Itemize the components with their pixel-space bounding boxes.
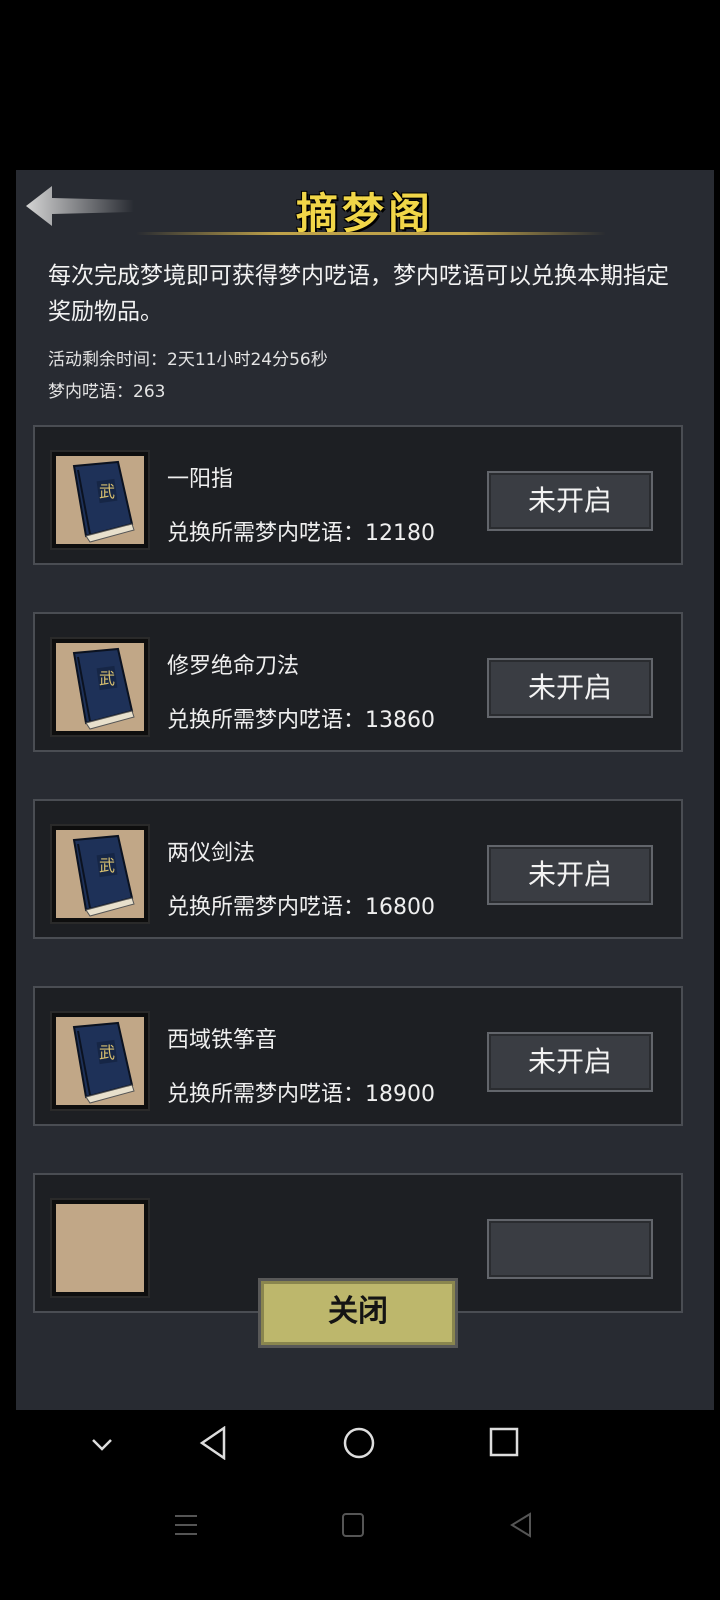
reward-item: 武 两仪剑法 兑换所需梦内呓语：16800 未开启 — [33, 799, 683, 939]
not-open-button[interactable]: 未开启 — [487, 658, 653, 718]
item-icon-frame: 武 — [50, 637, 150, 737]
not-open-button[interactable]: 未开启 — [487, 1032, 653, 1092]
item-icon-frame: 武 — [50, 824, 150, 924]
item-name: 一阳指 — [167, 467, 234, 492]
item-cost: 兑换所需梦内呓语：18900 — [167, 1082, 435, 1107]
book-icon: 武 — [72, 1021, 135, 1104]
reward-list[interactable]: 武 一阳指 兑换所需梦内呓语：12180 未开启 武 修罗绝命刀法 兑换所需梦内… — [16, 423, 714, 1413]
top-black-area — [0, 0, 720, 170]
nav-home-icon[interactable] — [342, 1426, 376, 1460]
currency-count: 梦内呓语：263 — [48, 382, 166, 402]
menu-icon[interactable] — [173, 1513, 199, 1537]
close-button[interactable]: 关闭 — [258, 1278, 458, 1348]
item-icon-frame — [50, 1198, 150, 1298]
item-icon-frame: 武 — [50, 1011, 150, 1111]
item-name: 西域铁筝音 — [167, 1028, 278, 1053]
book-icon: 武 — [72, 460, 135, 543]
partial-button[interactable] — [487, 1219, 653, 1279]
book-glyph: 武 — [99, 482, 115, 501]
item-name: 修罗绝命刀法 — [167, 654, 300, 679]
activity-remaining-time: 活动剩余时间：2天11小时24分56秒 — [48, 350, 328, 370]
book-glyph: 武 — [99, 669, 115, 688]
item-name: 两仪剑法 — [167, 841, 256, 866]
nav-back-icon[interactable] — [509, 1512, 533, 1538]
not-open-button[interactable]: 未开启 — [487, 471, 653, 531]
item-cost: 兑换所需梦内呓语：12180 — [167, 521, 435, 546]
system-nav-bar — [0, 1410, 720, 1480]
item-cost: 兑换所需梦内呓语：16800 — [167, 895, 435, 920]
nav-back-icon[interactable] — [198, 1426, 228, 1460]
nav-recent-icon[interactable] — [489, 1427, 519, 1457]
book-glyph: 武 — [99, 1043, 115, 1062]
book-glyph: 武 — [99, 856, 115, 875]
item-icon-frame: 武 — [50, 450, 150, 550]
exchange-panel: 摘梦阁 每次完成梦境即可获得梦内呓语，梦内呓语可以兑换本期指定奖励物品。 活动剩… — [16, 170, 714, 1410]
reward-item: 武 修罗绝命刀法 兑换所需梦内呓语：13860 未开启 — [33, 612, 683, 752]
reward-item: 武 一阳指 兑换所需梦内呓语：12180 未开启 — [33, 425, 683, 565]
nav-home-icon[interactable] — [341, 1512, 365, 1538]
book-icon: 武 — [72, 834, 135, 917]
secondary-nav-bar — [0, 1480, 720, 1600]
not-open-button[interactable]: 未开启 — [487, 845, 653, 905]
book-icon: 武 — [72, 647, 135, 730]
item-cost: 兑换所需梦内呓语：13860 — [167, 708, 435, 733]
event-description: 每次完成梦境即可获得梦内呓语，梦内呓语可以兑换本期指定奖励物品。 — [48, 263, 669, 325]
nav-down-icon[interactable] — [90, 1432, 114, 1456]
title-divider — [136, 232, 606, 235]
reward-item: 武 西域铁筝音 兑换所需梦内呓语：18900 未开启 — [33, 986, 683, 1126]
